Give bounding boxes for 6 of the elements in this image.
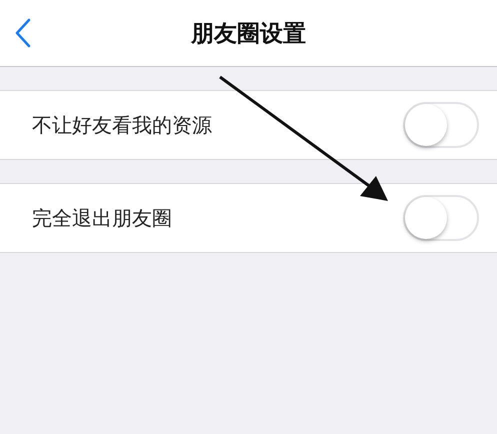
setting-label: 不让好友看我的资源: [32, 112, 212, 138]
back-icon[interactable]: [15, 18, 31, 48]
page-title: 朋友圈设置: [191, 20, 306, 48]
toggle-switch[interactable]: [403, 102, 479, 148]
setting-label: 完全退出朋友圈: [32, 204, 172, 232]
toggle-switch[interactable]: [403, 195, 479, 241]
